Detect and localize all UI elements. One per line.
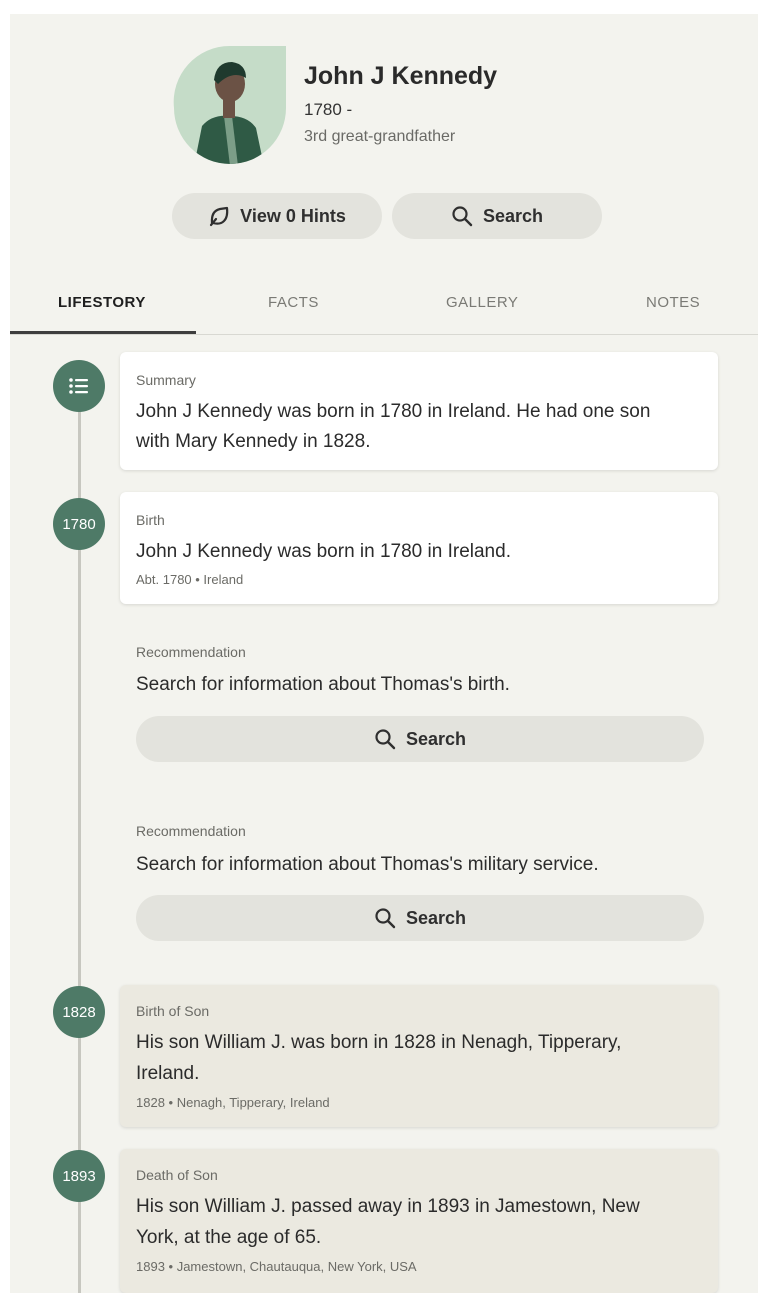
search-button[interactable]: Search	[392, 193, 602, 239]
recommendation-label: Recommendation	[136, 823, 246, 839]
birth-meta: Abt. 1780 • Ireland	[136, 572, 244, 587]
summary-text-line1: John J Kennedy was born in 1780 in Irela…	[136, 401, 651, 422]
son-death-meta: 1893 • Jamestown, Chautauqua, New York, …	[136, 1259, 417, 1274]
search-icon	[452, 206, 473, 227]
recommendation-search-button[interactable]: Search	[136, 716, 704, 762]
son-death-year-node: 1893	[53, 1150, 105, 1202]
recommendation-text: Search for information about Thomas's mi…	[136, 854, 599, 875]
son-death-text-line2: York, at the age of 65.	[136, 1227, 322, 1248]
birth-card[interactable]: Birth John J Kennedy was born in 1780 in…	[120, 492, 718, 604]
son-birth-card[interactable]: Birth of Son His son William J. was born…	[120, 985, 718, 1127]
recommendation-search-button[interactable]: Search	[136, 895, 704, 941]
recommendation-search-label: Search	[405, 728, 467, 749]
tab-facts[interactable]: FACTS	[268, 294, 319, 311]
person-relation: 3rd great-grandfather	[304, 128, 456, 145]
summary-text-line2: with Mary Kennedy in 1828.	[136, 431, 371, 452]
son-birth-text-line2: Ireland.	[136, 1063, 200, 1084]
profile-avatar-icon[interactable]	[172, 44, 288, 166]
tab-gallery[interactable]: GALLERY	[446, 294, 518, 311]
birth-year-node: 1780	[53, 498, 105, 550]
view-hints-label: View 0 Hints	[240, 205, 346, 226]
search-label: Search	[482, 205, 544, 226]
lifestory-screen: John J Kennedy 1780 - 3rd great-grandfat…	[10, 14, 758, 1293]
son-death-label: Death of Son	[136, 1167, 218, 1183]
son-death-card[interactable]: Death of Son His son William J. passed a…	[120, 1149, 718, 1293]
son-birth-meta: 1828 • Nenagh, Tipperary, Ireland	[136, 1095, 330, 1110]
list-icon	[69, 378, 88, 394]
search-icon	[375, 729, 396, 750]
summary-node	[53, 360, 105, 412]
person-name: John J Kennedy	[304, 62, 498, 90]
person-lifespan: 1780 -	[304, 100, 353, 119]
recommendation-text: Search for information about Thomas's bi…	[136, 674, 510, 695]
son-birth-label: Birth of Son	[136, 1003, 210, 1019]
birth-text: John J Kennedy was born in 1780 in Irela…	[136, 541, 511, 562]
view-hints-button[interactable]: View 0 Hints	[172, 193, 382, 239]
son-birth-year-node: 1828	[53, 986, 105, 1038]
son-death-text-line1: His son William J. passed away in 1893 i…	[136, 1196, 640, 1217]
recommendation-search-label: Search	[405, 907, 467, 928]
son-birth-text-line1: His son William J. was born in 1828 in N…	[136, 1032, 622, 1053]
search-icon	[375, 908, 396, 929]
profile-tabs: LIFESTORY FACTS GALLERY NOTES	[10, 282, 758, 335]
summary-card[interactable]: Summary John J Kennedy was born in 1780 …	[120, 352, 718, 470]
tab-lifestory[interactable]: LIFESTORY	[58, 294, 146, 311]
tab-notes[interactable]: NOTES	[646, 294, 700, 311]
leaf-icon	[210, 206, 229, 227]
summary-label: Summary	[136, 372, 196, 388]
recommendation-label: Recommendation	[136, 644, 246, 660]
active-tab-indicator	[10, 331, 196, 334]
birth-label: Birth	[136, 512, 165, 528]
